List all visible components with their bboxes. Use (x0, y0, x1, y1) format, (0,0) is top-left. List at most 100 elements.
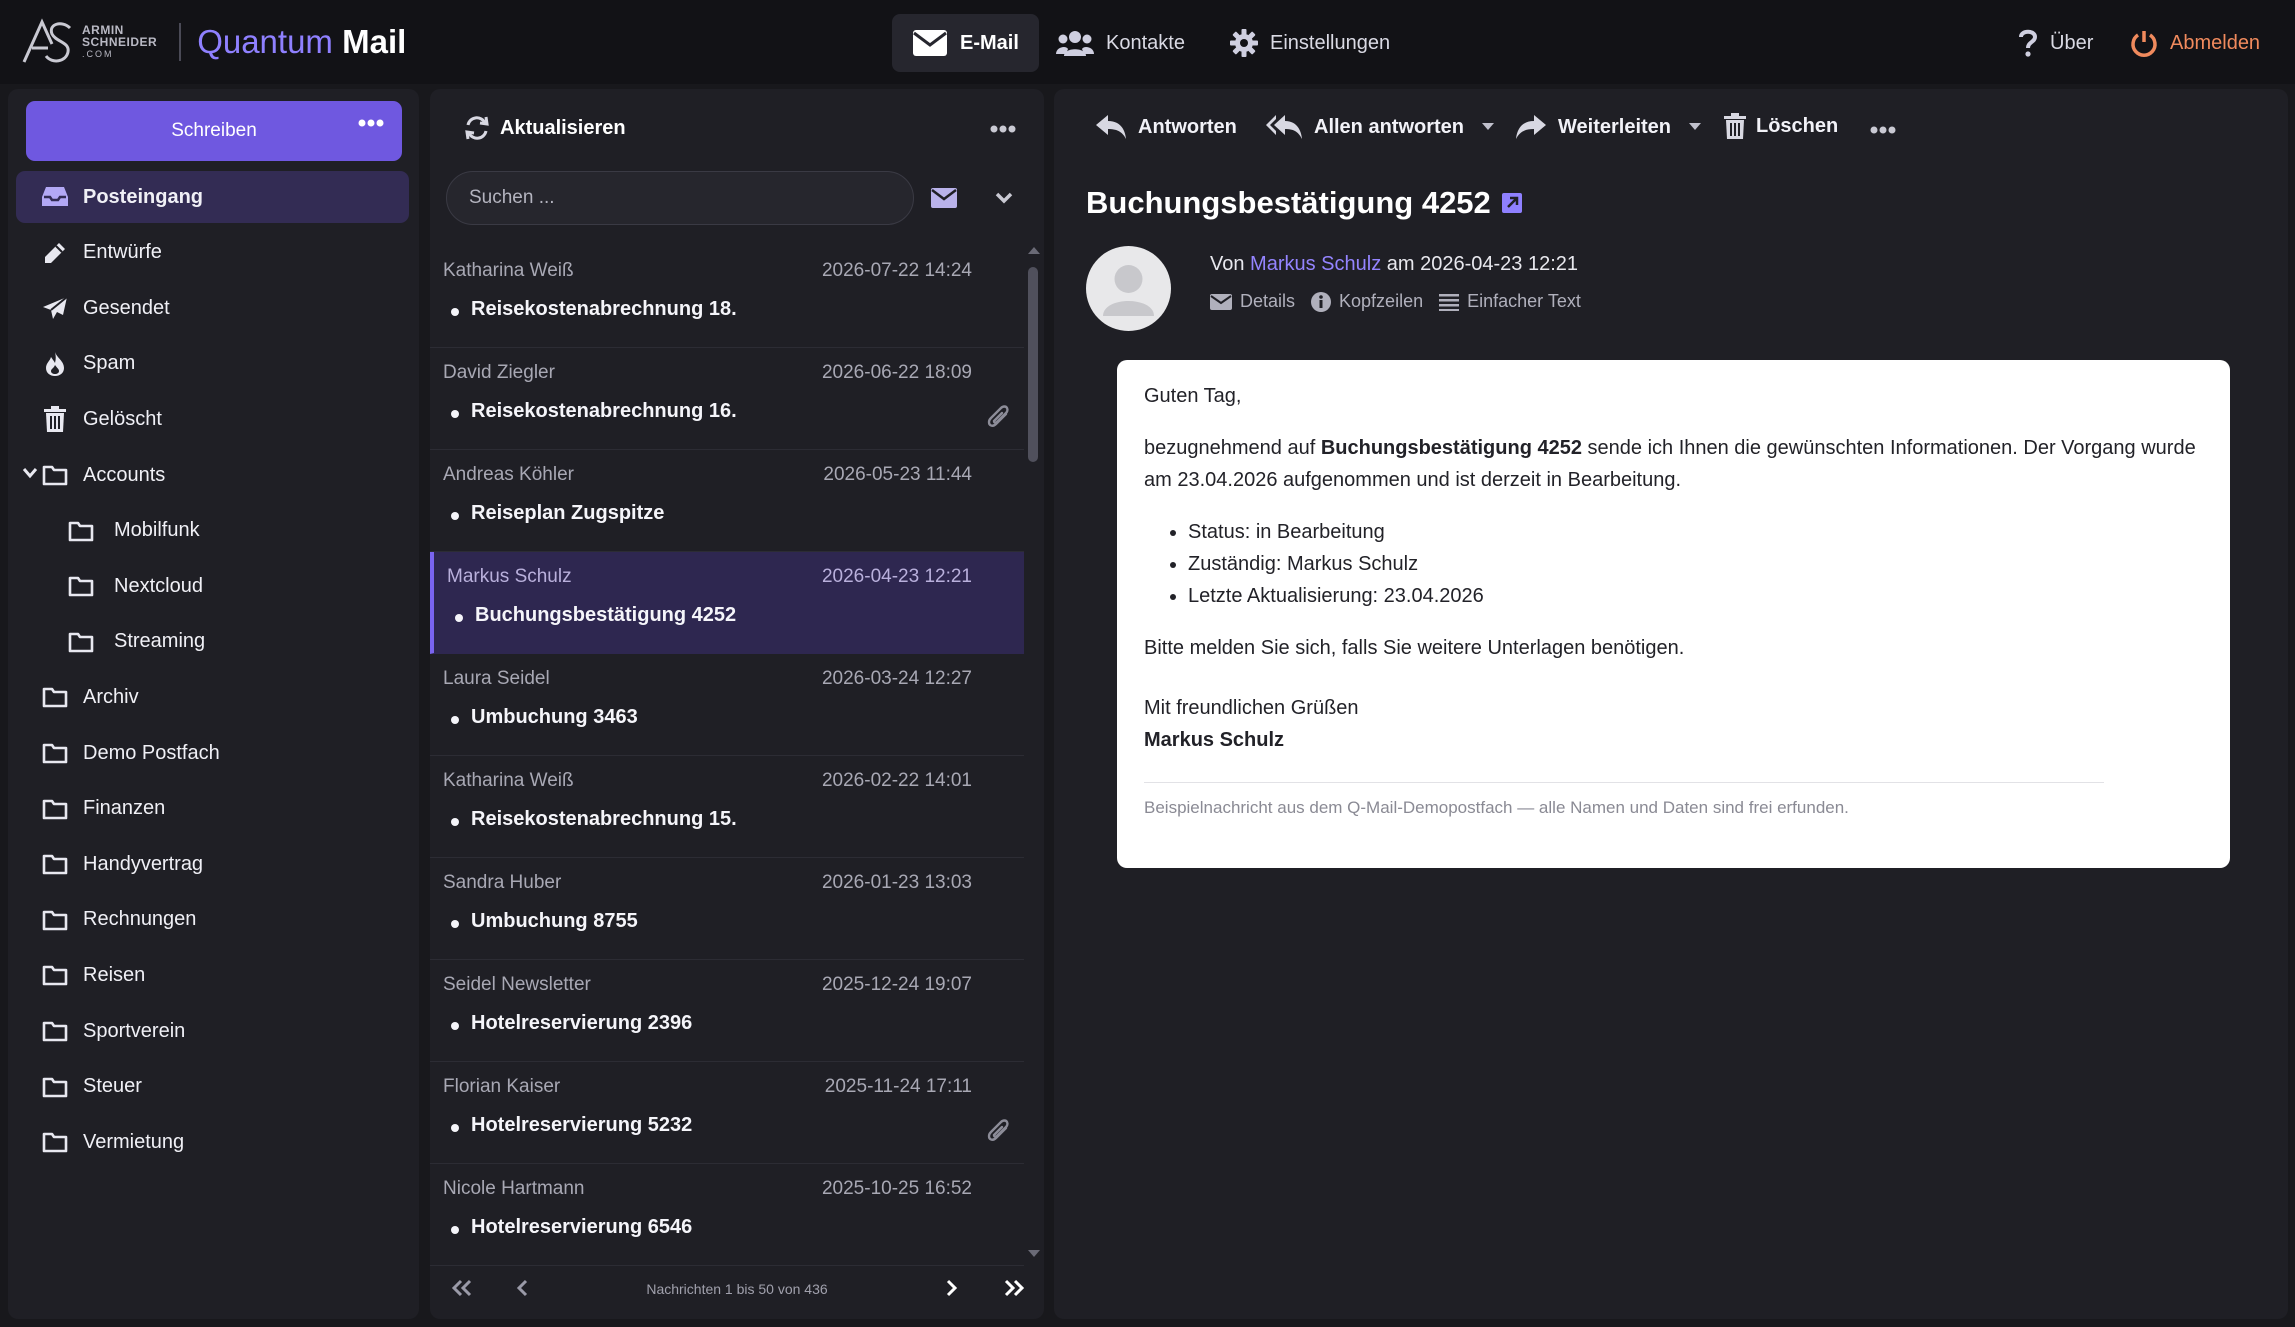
refresh-button[interactable]: Aktualisieren (464, 115, 626, 141)
sidebar-item-handyvertrag[interactable]: Handyvertrag (16, 838, 409, 890)
search-envelope-icon[interactable] (930, 187, 958, 209)
folder-icon (66, 520, 96, 542)
nav-about[interactable]: Über (1998, 14, 2113, 72)
sidebar-item-archiv[interactable]: Archiv (16, 671, 409, 723)
scroll-down-icon[interactable] (1027, 1249, 1041, 1259)
envelope-icon (913, 30, 947, 56)
folder-icon (40, 742, 70, 764)
sender-link[interactable]: Markus Schulz (1250, 253, 1381, 275)
forward-dropdown-icon[interactable] (1689, 123, 1701, 131)
chevron-down-icon[interactable] (994, 191, 1014, 205)
message-row[interactable]: Katharina Weiß 2026-02-22 14:01 Reisekoste… (430, 756, 1024, 858)
next-page-icon[interactable] (944, 1279, 958, 1297)
mail-subject-text: Buchungsbestätigung 4252 (1086, 185, 1491, 220)
chevron-down-icon[interactable] (22, 467, 38, 479)
message-subject: Reisekostenabrechnung 15. (471, 808, 737, 830)
unread-dot (451, 716, 459, 724)
sidebar-item-accounts[interactable]: Accounts (16, 449, 409, 501)
app-logo[interactable]: ARMIN SCHNEIDER .COM Quantum Mail (22, 18, 406, 66)
reply-all-button[interactable]: Allen antworten (1266, 113, 1495, 141)
unread-dot (451, 410, 459, 418)
message-subject: Reisekostenabrechnung 18. (471, 298, 737, 320)
sidebar-item-demo-postfach[interactable]: Demo Postfach (16, 727, 409, 779)
message-row[interactable]: Markus Schulz 2026-04-23 12:21 Buchungsbes… (430, 552, 1024, 654)
sidebar-item-vermietung[interactable]: Vermietung (16, 1116, 409, 1168)
details-button[interactable]: Details (1210, 291, 1295, 312)
nav-contacts[interactable]: Kontakte (1036, 14, 1205, 72)
message-subject: Hotelreservierung 6546 (471, 1216, 693, 1238)
scrollbar-thumb[interactable] (1028, 267, 1038, 462)
sidebar-item-steuer[interactable]: Steuer (16, 1061, 409, 1113)
reply-all-dropdown-icon[interactable] (1482, 123, 1495, 131)
open-external-icon[interactable] (1501, 192, 1523, 214)
folder-icon (40, 798, 70, 820)
sidebar-item-streaming[interactable]: Streaming (16, 616, 409, 668)
plaintext-button[interactable]: Einfacher Text (1439, 291, 1581, 312)
nav-settings[interactable]: Einstellungen (1210, 14, 1410, 72)
mail-intro-before: bezugnehmend auf (1144, 437, 1316, 459)
plaintext-label: Einfacher Text (1467, 291, 1581, 311)
sidebar-item-sportverein[interactable]: Sportverein (16, 1005, 409, 1057)
unread-dot (451, 1226, 459, 1234)
from-prefix: Von (1210, 253, 1245, 275)
sidebar-item-gel-scht[interactable]: Gelöscht (16, 393, 409, 445)
reply-label: Antworten (1138, 115, 1237, 138)
sidebar-item-spam[interactable]: Spam (16, 338, 409, 390)
mail-regards: Mit freundlichen Grüßen (1144, 697, 1359, 719)
last-page-icon[interactable] (1002, 1279, 1026, 1297)
folder-icon (40, 1131, 70, 1153)
folder-icon (40, 909, 70, 931)
search-input[interactable] (446, 171, 914, 225)
logo-mark-icon (22, 18, 72, 63)
message-subject: Reisekostenabrechnung 16. (471, 400, 737, 422)
message-date: 2025-11-24 17:11 (824, 1076, 972, 1097)
sidebar-item-label: Mobilfunk (114, 519, 200, 542)
reply-button[interactable]: Antworten (1094, 113, 1237, 141)
unread-dot (451, 818, 459, 826)
reading-pane: Antworten Allen antworten Weiterleiten L… (1054, 89, 2288, 1319)
sidebar-item-label: Vermietung (83, 1130, 185, 1153)
message-row[interactable]: Laura Seidel 2026-03-24 12:27 Umbuchung 34… (430, 654, 1024, 756)
sidebar-item-mobilfunk[interactable]: Mobilfunk (16, 505, 409, 557)
sidebar-item-rechnungen[interactable]: Rechnungen (16, 894, 409, 946)
sidebar-item-reisen[interactable]: Reisen (16, 949, 409, 1001)
list-more-icon[interactable] (990, 125, 1016, 133)
compose-button[interactable]: Schreiben (26, 101, 402, 161)
logo-company-line2: SCHNEIDER (82, 35, 158, 49)
message-row[interactable]: Seidel Newsletter 2025-12-24 19:07 Hotelre… (430, 960, 1024, 1062)
sidebar-item-finanzen[interactable]: Finanzen (16, 783, 409, 835)
lines-icon (1439, 293, 1460, 311)
sidebar-item-posteingang[interactable]: Posteingang (16, 171, 409, 223)
message-row[interactable]: Nicole Hartmann 2025-10-25 16:52 Hotelrese… (430, 1164, 1024, 1266)
logo-divider (179, 23, 182, 61)
nav-logout[interactable]: Abmelden (2110, 14, 2280, 72)
paperclip-icon (987, 1119, 1009, 1141)
sidebar-item-gesendet[interactable]: Gesendet (16, 282, 409, 334)
message-row[interactable]: David Ziegler 2026-06-22 18:09 Reisekosten… (430, 348, 1024, 450)
sidebar-item-entw-rfe[interactable]: Entwürfe (16, 227, 409, 279)
message-subject: Umbuchung 3463 (471, 706, 638, 728)
headers-button[interactable]: Kopfzeilen (1311, 291, 1423, 312)
pencil-icon (40, 241, 70, 265)
message-date: 2026-05-23 11:44 (823, 464, 972, 485)
message-row[interactable]: Andreas Köhler 2026-05-23 11:44 Reiseplan … (430, 450, 1024, 552)
sidebar-item-label: Posteingang (83, 185, 204, 208)
scroll-up-icon[interactable] (1027, 245, 1041, 255)
sidebar-item-label: Demo Postfach (83, 741, 220, 764)
message-row[interactable]: Florian Kaiser 2025-11-24 17:11 Hotelreser… (430, 1062, 1024, 1164)
message-row[interactable]: Sandra Huber 2026-01-23 13:03 Umbuchung 87… (430, 858, 1024, 960)
unread-dot (451, 308, 459, 316)
compose-label: Schreiben (171, 120, 257, 141)
nav-email[interactable]: E-Mail (892, 14, 1039, 72)
power-icon (2131, 31, 2157, 57)
toolbar-more-icon[interactable] (1870, 126, 1896, 134)
message-sender: Florian Kaiser (443, 1076, 561, 1097)
sidebar-item-nextcloud[interactable]: Nextcloud (16, 560, 409, 612)
message-row[interactable]: Katharina Weiß 2026-07-22 14:24 Reisekoste… (430, 246, 1024, 348)
sidebar-item-label: Nextcloud (114, 574, 203, 597)
more-options-icon[interactable] (358, 119, 384, 127)
message-sender: David Ziegler (443, 362, 555, 383)
forward-button[interactable]: Weiterleiten (1514, 113, 1701, 141)
delete-button[interactable]: Löschen (1724, 113, 1838, 139)
folder-icon (40, 1020, 70, 1042)
